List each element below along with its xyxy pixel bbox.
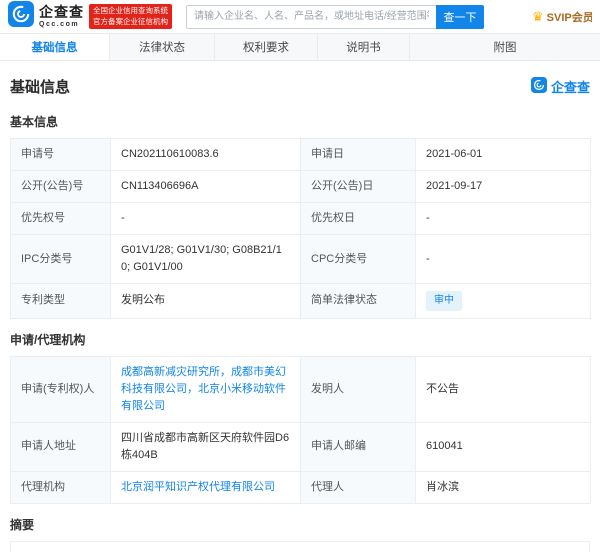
agency-section-title: 申请/代理机构 bbox=[10, 332, 86, 347]
search-input[interactable] bbox=[186, 4, 436, 29]
top-header: 企查查 Qcc.com 全国企业信用查询系统 官方备案企业征信机构 查一下 ♛ … bbox=[0, 0, 600, 33]
field-label: 发明人 bbox=[300, 355, 416, 423]
search-button[interactable]: 查一下 bbox=[436, 4, 484, 29]
field-value: 不公告 bbox=[415, 355, 591, 423]
field-label: 代理机构 bbox=[10, 470, 111, 505]
table-row: 专利类型 发明公布 简单法律状态 审中 bbox=[10, 283, 591, 319]
tab-basic-info[interactable]: 基础信息 bbox=[0, 34, 110, 60]
field-label: IPC分类号 bbox=[10, 234, 111, 285]
qcc-watermark: 企查查 bbox=[530, 77, 590, 96]
agency-link[interactable]: 北京润平知识产权代理有限公司 bbox=[121, 481, 275, 493]
field-value: - bbox=[110, 202, 301, 236]
field-label: 申请号 bbox=[10, 137, 111, 172]
tab-claims[interactable]: 权利要求 bbox=[215, 34, 318, 60]
abstract-section-title: 摘要 bbox=[10, 518, 35, 533]
section-tabs: 基础信息 法律状态 权利要求 说明书 附图 bbox=[0, 33, 600, 61]
field-value: CN202110610083.6 bbox=[110, 137, 301, 172]
agency-table: 申请(专利权)人 成都高新减灾研究所，成都市美幻科技有限公司，北京小米移动软件有… bbox=[10, 355, 591, 505]
field-label: 代理人 bbox=[300, 470, 416, 505]
table-row: 优先权号 - 优先权日 - bbox=[10, 202, 591, 236]
logo-name: 企查查 bbox=[39, 4, 84, 20]
table-row: 公开(公告)号 CN113406696A 公开(公告)日 2021-09-17 bbox=[10, 170, 591, 204]
field-value: CN113406696A bbox=[110, 170, 301, 204]
field-value: 肖冰滨 bbox=[415, 470, 591, 505]
field-value: 2021-09-17 bbox=[415, 170, 591, 204]
field-label: 优先权号 bbox=[10, 202, 111, 236]
tab-drawings[interactable]: 附图 bbox=[410, 34, 600, 60]
field-value: 2021-06-01 bbox=[415, 137, 591, 172]
logo-domain: Qcc.com bbox=[39, 21, 80, 28]
field-label: 申请(专利权)人 bbox=[10, 355, 111, 423]
basic-info-table: 申请号 CN202110610083.6 申请日 2021-06-01 公开(公… bbox=[10, 137, 591, 319]
field-value: 610041 bbox=[415, 421, 591, 472]
field-label: 公开(公告)号 bbox=[10, 170, 111, 204]
qcc-watermark-icon bbox=[530, 77, 547, 96]
qcc-patent-page: 企查查 Qcc.com 全国企业信用查询系统 官方备案企业征信机构 查一下 ♛ … bbox=[0, 0, 600, 552]
table-row: 申请人地址 四川省成都市高新区天府软件园D6栋404B 申请人邮编 610041 bbox=[10, 421, 591, 472]
table-row: IPC分类号 G01V1/28; G01V1/30; G08B21/10; G0… bbox=[10, 234, 591, 285]
field-label: 专利类型 bbox=[10, 283, 111, 319]
tab-legal-status[interactable]: 法律状态 bbox=[110, 34, 215, 60]
status-badge: 审中 bbox=[426, 291, 462, 311]
applicant-links[interactable]: 成都高新减灾研究所，成都市美幻科技有限公司，北京小米移动软件有限公司 bbox=[121, 366, 286, 412]
search-bar: 查一下 bbox=[186, 4, 484, 29]
field-value: - bbox=[415, 234, 591, 285]
basic-info-section-title: 基本信息 bbox=[10, 115, 59, 129]
credential-badge: 全国企业信用查询系统 官方备案企业征信机构 bbox=[89, 3, 172, 30]
field-label: 申请日 bbox=[300, 137, 416, 172]
qcc-logo[interactable]: 企查查 Qcc.com bbox=[8, 1, 84, 32]
table-row: 代理机构 北京润平知识产权代理有限公司 代理人 肖冰滨 bbox=[10, 470, 591, 505]
table-row: 申请(专利权)人 成都高新减灾研究所，成都市美幻科技有限公司，北京小米移动软件有… bbox=[10, 355, 591, 423]
qcc-watermark-text: 企查查 bbox=[550, 80, 590, 95]
credential-badge-line2: 官方备案企业征信机构 bbox=[93, 16, 168, 26]
svip-label: SVIP会员 bbox=[546, 11, 592, 24]
field-value: 四川省成都市高新区天府软件园D6栋404B bbox=[110, 421, 301, 472]
abstract-text: 本发明提供一种实现移动设备地震监测的方法及设备，属于地震监测技术领域。所述方法包… bbox=[10, 541, 590, 552]
crown-icon: ♛ bbox=[532, 9, 544, 24]
page-title: 基础信息 bbox=[10, 79, 71, 96]
field-label: 公开(公告)日 bbox=[300, 170, 416, 204]
field-label: 优先权日 bbox=[300, 202, 416, 236]
field-label: CPC分类号 bbox=[300, 234, 416, 285]
credential-badge-line1: 全国企业信用查询系统 bbox=[93, 5, 168, 15]
svip-entry[interactable]: ♛ SVIP会员 bbox=[532, 9, 592, 25]
field-value: G01V1/28; G01V1/30; G08B21/10; G01V1/00 bbox=[110, 234, 301, 285]
field-label: 申请人邮编 bbox=[300, 421, 416, 472]
field-value: 发明公布 bbox=[110, 283, 301, 319]
tab-specification[interactable]: 说明书 bbox=[318, 34, 410, 60]
field-value: - bbox=[415, 202, 591, 236]
table-row: 申请号 CN202110610083.6 申请日 2021-06-01 bbox=[10, 137, 591, 172]
field-label: 申请人地址 bbox=[10, 421, 111, 472]
qcc-logo-icon bbox=[8, 1, 34, 32]
field-label: 简单法律状态 bbox=[300, 283, 416, 319]
